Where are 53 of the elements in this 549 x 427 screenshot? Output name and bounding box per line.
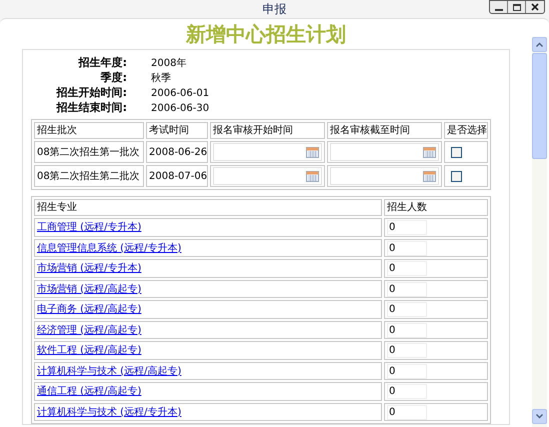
date-field[interactable]: [330, 143, 439, 161]
date-field[interactable]: [330, 167, 439, 185]
field-value: 2008年: [151, 56, 186, 70]
scroll-thumb[interactable]: [532, 53, 547, 159]
scroll-down-button[interactable]: [532, 409, 547, 424]
column-header: 报名审核开始时间: [210, 122, 325, 139]
count-input[interactable]: 0: [387, 384, 427, 399]
calendar-icon[interactable]: [423, 170, 436, 182]
count-input[interactable]: 0: [387, 322, 427, 338]
column-header: 招生人数: [384, 199, 488, 216]
major-link[interactable]: 软件工程 (远程/高起专): [37, 345, 142, 356]
major-link[interactable]: 市场营销 (远程/高起专): [37, 284, 142, 294]
major-link[interactable]: 工商管理 (远程/专升本): [37, 222, 142, 233]
scroll-up-button[interactable]: [532, 37, 547, 52]
count-input[interactable]: 0: [387, 282, 427, 296]
close-icon: [531, 3, 539, 11]
count-input[interactable]: 0: [387, 364, 427, 378]
count-input[interactable]: 0: [387, 261, 427, 276]
major-link[interactable]: 市场营销 (远程/专升本): [37, 263, 142, 274]
count-input[interactable]: 0: [387, 220, 427, 235]
field-label: 季度:: [100, 70, 127, 86]
scrollbar[interactable]: [532, 37, 547, 427]
count-input[interactable]: 0: [387, 302, 427, 317]
column-header: 考试时间: [146, 122, 208, 139]
calendar-icon[interactable]: [423, 146, 436, 158]
select-checkbox[interactable]: [451, 146, 462, 158]
column-header: 招生专业: [34, 199, 382, 216]
count-input[interactable]: 0: [387, 343, 427, 358]
field-value: 2006-06-30: [151, 102, 210, 116]
major-link[interactable]: 通信工程 (远程/高起专): [37, 386, 142, 397]
field-value: 秋季: [151, 72, 171, 86]
field-value: 2006-06-01: [151, 86, 210, 100]
field-label: 招生年度:: [77, 54, 127, 71]
table-cell: 2008-07-06: [146, 165, 208, 187]
calendar-icon[interactable]: [306, 146, 319, 158]
calendar-icon[interactable]: [306, 170, 319, 182]
column-header: 招生批次: [34, 122, 144, 139]
date-field[interactable]: [213, 167, 322, 185]
column-header: 是否选择: [444, 122, 488, 139]
table-cell: 08第二次招生第一批次: [34, 141, 144, 163]
field-label: 招生开始时间:: [55, 84, 127, 101]
date-field[interactable]: [213, 143, 322, 161]
major-link[interactable]: 电子商务 (远程/高起专): [37, 304, 142, 315]
column-header: 报名审核截至时间: [327, 122, 442, 139]
field-label: 招生结束时间:: [55, 100, 127, 116]
table-cell: 08第二次招生第二批次: [34, 165, 144, 187]
window-title: 申报: [262, 1, 286, 18]
major-link[interactable]: 经济管理 (远程/高起专): [37, 324, 142, 336]
count-input[interactable]: 0: [387, 404, 427, 420]
select-checkbox[interactable]: [451, 170, 462, 182]
count-input[interactable]: 0: [387, 240, 427, 256]
page-heading: 新增中心招生计划: [186, 21, 346, 47]
table-cell: 2008-06-26: [146, 141, 208, 163]
